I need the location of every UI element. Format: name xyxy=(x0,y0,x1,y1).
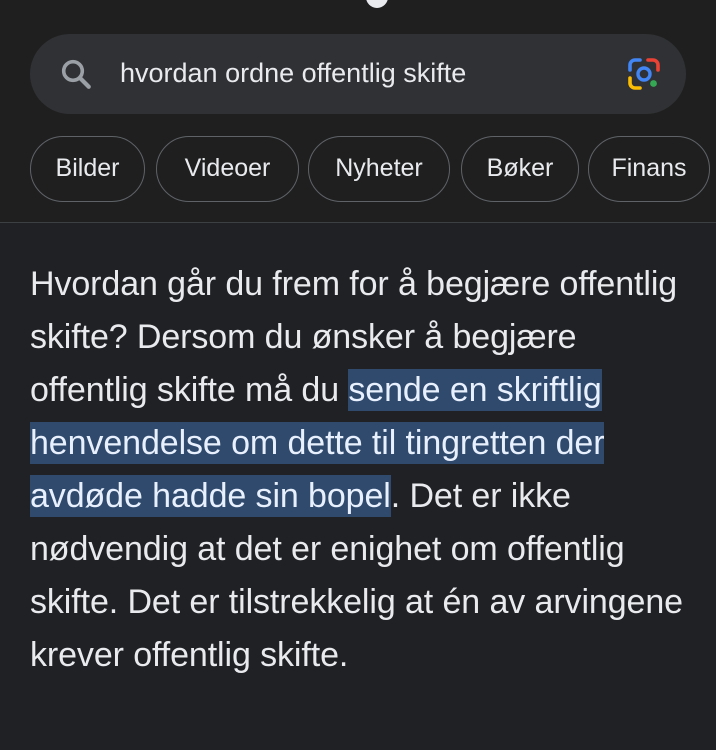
search-results-page: hvordan ordne offentlig skifte Bilder Vi… xyxy=(0,0,716,750)
search-icon[interactable] xyxy=(58,56,94,92)
search-header: hvordan ordne offentlig skifte Bilder Vi… xyxy=(0,0,716,223)
chip-nyheter[interactable]: Nyheter xyxy=(308,136,450,202)
search-bar[interactable]: hvordan ordne offentlig skifte xyxy=(30,34,686,114)
chip-bilder[interactable]: Bilder xyxy=(30,136,145,202)
filter-chips: Bilder Videoer Nyheter Bøker Finans xyxy=(30,136,716,204)
google-lens-icon[interactable] xyxy=(624,54,664,94)
search-input[interactable]: hvordan ordne offentlig skifte xyxy=(120,34,466,114)
chip-boker[interactable]: Bøker xyxy=(461,136,579,202)
chip-videoer[interactable]: Videoer xyxy=(156,136,299,202)
chip-finans[interactable]: Finans xyxy=(588,136,710,202)
top-partial-glyph xyxy=(366,0,388,8)
featured-answer: Hvordan går du frem for å begjære offent… xyxy=(30,258,690,682)
